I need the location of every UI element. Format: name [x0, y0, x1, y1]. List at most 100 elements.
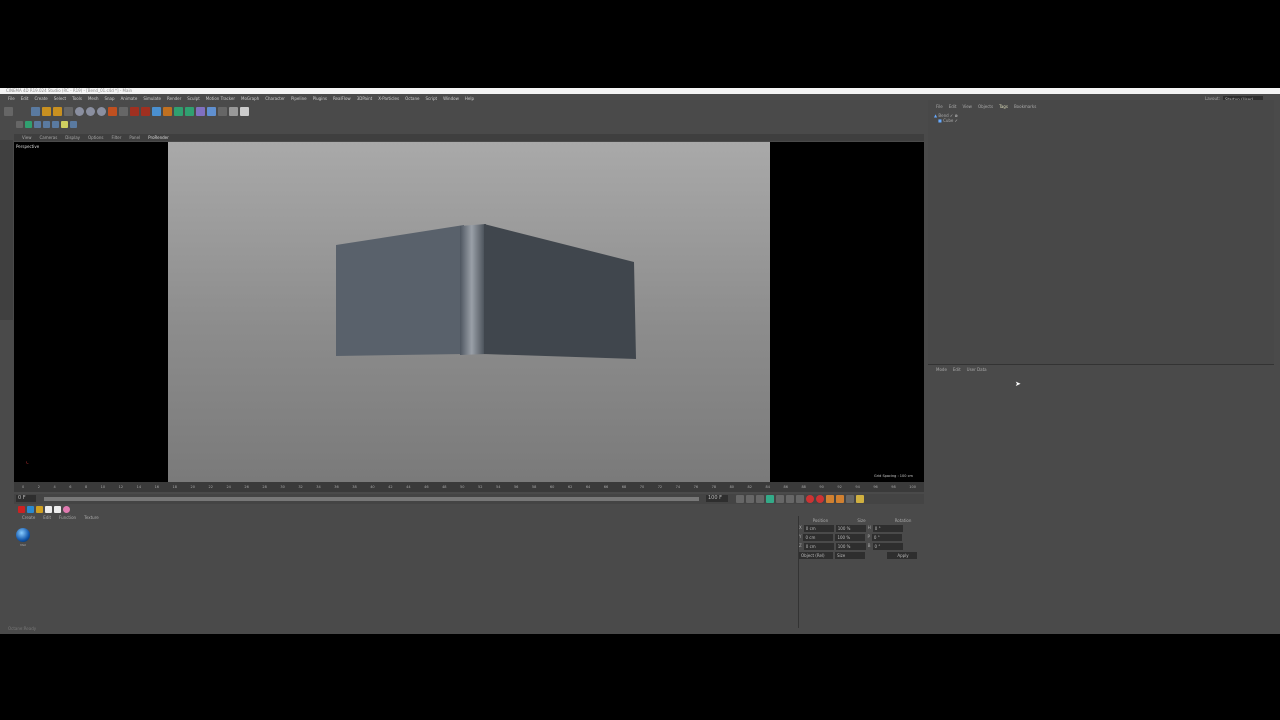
- key-position-icon[interactable]: [826, 495, 834, 503]
- light-icon[interactable]: [229, 107, 238, 116]
- scale-tool-icon[interactable]: [42, 107, 51, 116]
- menu-motion-tracker[interactable]: Motion Tracker: [206, 95, 235, 103]
- apply-button[interactable]: Apply: [887, 552, 917, 559]
- om-menu-objects[interactable]: Objects: [978, 104, 993, 109]
- move-tool-icon[interactable]: [31, 107, 40, 116]
- model-mode-icon[interactable]: [16, 121, 23, 128]
- menu-create[interactable]: Create: [34, 95, 47, 103]
- attr-menu-user-data[interactable]: User Data: [967, 367, 987, 372]
- preview-range-slider[interactable]: [44, 497, 699, 501]
- coord-mode-dropdown[interactable]: Object (Rel): [799, 552, 833, 559]
- prev-key-icon[interactable]: [746, 495, 754, 503]
- om-menu-file[interactable]: File: [936, 104, 943, 109]
- y-axis-icon[interactable]: [86, 107, 95, 116]
- x-axis-icon[interactable]: [75, 107, 84, 116]
- om-menu-tags[interactable]: Tags: [999, 104, 1008, 109]
- record-icon[interactable]: [806, 495, 814, 503]
- snap-icon[interactable]: [61, 121, 68, 128]
- undo-icon[interactable]: [4, 107, 13, 116]
- coord-system-icon[interactable]: [108, 107, 117, 116]
- menu-select[interactable]: Select: [54, 95, 66, 103]
- vp-menu-display[interactable]: Display: [65, 134, 80, 141]
- size-x-field[interactable]: 100 %: [835, 525, 866, 532]
- vp-menu-options[interactable]: Options: [88, 134, 103, 141]
- points-mode-icon[interactable]: [34, 121, 41, 128]
- subdivision-icon[interactable]: [174, 107, 183, 116]
- key-rotation-icon[interactable]: [846, 495, 854, 503]
- menu-plugins[interactable]: Plugins: [313, 95, 327, 103]
- material-swatch[interactable]: Mat: [14, 527, 32, 547]
- pos-x-field[interactable]: 0 cm: [803, 525, 834, 532]
- camera-icon[interactable]: [218, 107, 227, 116]
- vp-menu-panel[interactable]: Panel: [129, 134, 140, 141]
- om-menu-bookmarks[interactable]: Bookmarks: [1014, 104, 1036, 109]
- menu-script[interactable]: Script: [425, 95, 437, 103]
- vp-menu-cameras[interactable]: Cameras: [40, 134, 58, 141]
- octane-settings-icon[interactable]: [27, 506, 34, 513]
- menu-simulate[interactable]: Simulate: [143, 95, 161, 103]
- goto-end-icon[interactable]: [796, 495, 804, 503]
- mat-menu-edit[interactable]: Edit: [43, 515, 51, 523]
- rotate-tool-icon[interactable]: [53, 107, 62, 116]
- end-frame-field[interactable]: 100 F: [706, 495, 728, 502]
- menu-snap[interactable]: Snap: [104, 95, 114, 103]
- octane-icon[interactable]: [240, 107, 249, 116]
- z-axis-icon[interactable]: [97, 107, 106, 116]
- menu-mograph[interactable]: MoGraph: [241, 95, 259, 103]
- timeline-ruler[interactable]: 0 2 4 6 8 10 12 14 16 18 20 22 24 26 28 30 32 34 36 38 40 42 4…: [14, 482, 924, 492]
- edges-mode-icon[interactable]: [43, 121, 50, 128]
- object-mode-icon[interactable]: [25, 121, 32, 128]
- size-mode-dropdown[interactable]: Size: [835, 552, 865, 559]
- deformer-icon[interactable]: [196, 107, 205, 116]
- floor-icon[interactable]: [207, 107, 216, 116]
- workplane-icon[interactable]: [70, 121, 77, 128]
- octane-ball-icon[interactable]: [63, 506, 70, 513]
- pen-icon[interactable]: [163, 107, 172, 116]
- vp-menu-filter[interactable]: Filter: [111, 134, 121, 141]
- menu-mesh[interactable]: Mesh: [88, 95, 99, 103]
- octane-live-viewer-icon[interactable]: [18, 506, 25, 513]
- menu-sculpt[interactable]: Sculpt: [187, 95, 200, 103]
- om-menu-view[interactable]: View: [962, 104, 972, 109]
- menu-pipeline[interactable]: Pipeline: [291, 95, 307, 103]
- rot-b-field[interactable]: 0 °: [872, 543, 903, 550]
- menu-tools[interactable]: Tools: [72, 95, 82, 103]
- polygons-mode-icon[interactable]: [52, 121, 59, 128]
- object-name[interactable]: Cube: [943, 118, 953, 123]
- menu-realflow[interactable]: RealFlow: [333, 95, 351, 103]
- rot-h-field[interactable]: 0 °: [872, 525, 903, 532]
- size-y-field[interactable]: 100 %: [835, 534, 866, 541]
- select-tool-icon[interactable]: [64, 107, 73, 116]
- next-key-icon[interactable]: [786, 495, 794, 503]
- pos-z-field[interactable]: 0 cm: [803, 543, 834, 550]
- vp-menu-view[interactable]: View: [22, 134, 32, 141]
- octane-light-icon[interactable]: [36, 506, 43, 513]
- start-frame-field[interactable]: 0 F: [16, 495, 36, 502]
- menu-render[interactable]: Render: [167, 95, 181, 103]
- menu-xparticles[interactable]: X-Particles: [378, 95, 399, 103]
- menu-octane[interactable]: Octane: [405, 95, 419, 103]
- mat-menu-create[interactable]: Create: [22, 515, 35, 523]
- menu-3dpaint[interactable]: 3DPaint: [357, 95, 373, 103]
- pos-y-field[interactable]: 0 cm: [803, 534, 834, 541]
- render-settings-icon[interactable]: [141, 107, 150, 116]
- menu-edit[interactable]: Edit: [21, 95, 29, 103]
- cloner-icon[interactable]: [185, 107, 194, 116]
- size-z-field[interactable]: 100 %: [835, 543, 866, 550]
- autokey-icon[interactable]: [816, 495, 824, 503]
- prev-frame-icon[interactable]: [756, 495, 764, 503]
- mat-menu-function[interactable]: Function: [59, 515, 76, 523]
- next-frame-icon[interactable]: [776, 495, 784, 503]
- menu-window[interactable]: Window: [443, 95, 459, 103]
- mat-menu-texture[interactable]: Texture: [84, 515, 99, 523]
- render-picture-viewer-icon[interactable]: [130, 107, 139, 116]
- key-scale-icon[interactable]: [836, 495, 844, 503]
- menu-character[interactable]: Character: [265, 95, 285, 103]
- octane-material-icon[interactable]: [45, 506, 52, 513]
- cube-icon[interactable]: [152, 107, 161, 116]
- play-icon[interactable]: [766, 495, 774, 503]
- vp-menu-prorender[interactable]: ProRender: [148, 134, 169, 141]
- object-row[interactable]: ■ Cube ✓: [934, 118, 1274, 123]
- menu-help[interactable]: Help: [465, 95, 474, 103]
- attr-menu-mode[interactable]: Mode: [936, 367, 947, 372]
